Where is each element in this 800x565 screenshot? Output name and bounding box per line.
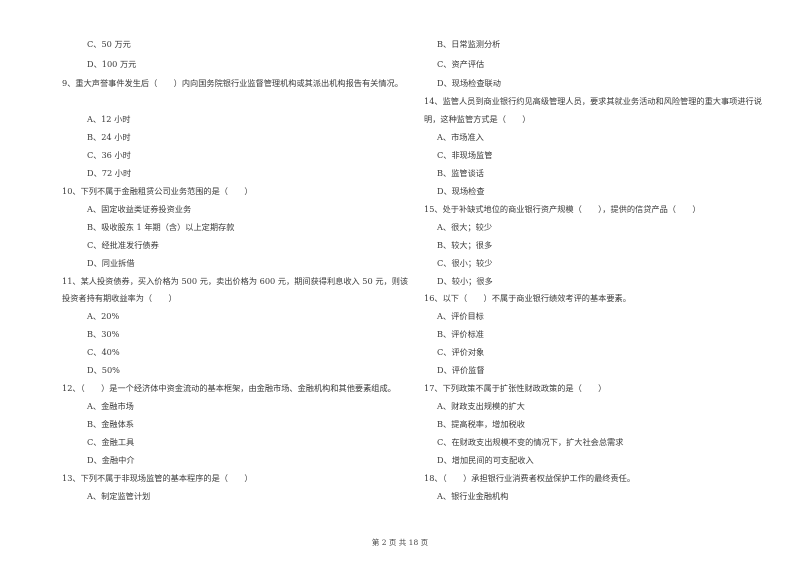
answer-option: C、40% xyxy=(87,347,120,357)
answer-option: B、日常监测分析 xyxy=(437,39,501,49)
question-text: 13、下列不属于非现场监管的基本程序的是（ ） xyxy=(62,473,253,483)
answer-option: A、20% xyxy=(87,311,120,321)
question-text: 15、处于补缺式地位的商业银行资产规模（ ），提供的信贷产品（ ） xyxy=(424,204,701,214)
answer-option: D、现场检查联动 xyxy=(437,78,501,88)
question-text: 17、下列政策不属于扩张性财政政策的是（ ） xyxy=(424,383,607,393)
answer-option: B、吸收股东 1 年期（含）以上定期存款 xyxy=(87,222,235,232)
question-text: 10、下列不属于金融租赁公司业务范围的是（ ） xyxy=(62,186,253,196)
answer-option: A、固定收益类证券投资业务 xyxy=(87,204,192,214)
answer-option: C、资产评估 xyxy=(437,59,485,69)
answer-option: C、在财政支出规模不变的情况下，扩大社会总需求 xyxy=(437,437,624,447)
answer-option: C、很小；较少 xyxy=(437,258,493,268)
question-text: 14、监管人员到商业银行约见高级管理人员，要求其就业务活动和风险管理的重大事项进… xyxy=(424,96,762,106)
question-text-continued: 投资者持有期收益率为（ ） xyxy=(62,293,177,303)
answer-option: D、现场检查 xyxy=(437,186,485,196)
question-text: 9、重大声誉事件发生后（ ）内向国务院银行业监督管理机构或其派出机构报告有关情况… xyxy=(62,78,403,88)
answer-option: B、监管谈话 xyxy=(437,168,484,178)
answer-option: A、市场准入 xyxy=(437,132,484,142)
answer-option: A、很大；较少 xyxy=(437,222,493,232)
answer-option: D、评价监督 xyxy=(437,365,485,375)
answer-option: B、30% xyxy=(87,329,120,339)
answer-option: C、评价对象 xyxy=(437,347,485,357)
answer-option: A、银行业金融机构 xyxy=(437,491,509,501)
question-text: 16、以下（ ）不属于商业银行绩效考评的基本要素。 xyxy=(424,293,631,303)
question-text-continued: 明，这种监管方式是（ ） xyxy=(424,114,531,124)
answer-option: A、12 小时 xyxy=(87,114,131,124)
answer-option: C、金融工具 xyxy=(87,437,135,447)
answer-option: B、评价标准 xyxy=(437,329,484,339)
answer-option: B、较大；很多 xyxy=(437,240,493,250)
answer-option: D、50% xyxy=(87,365,120,375)
answer-option: C、36 小时 xyxy=(87,150,131,160)
answer-option: B、提高税率，增加税收 xyxy=(437,419,525,429)
answer-option: B、24 小时 xyxy=(87,132,131,142)
answer-option: C、50 万元 xyxy=(87,39,131,49)
answer-option: D、增加民间的可支配收入 xyxy=(437,455,534,465)
question-text: 11、某人投资债券，买入价格为 500 元，卖出价格为 600 元，期间获得利息… xyxy=(62,276,409,286)
answer-option: A、评价目标 xyxy=(437,311,484,321)
answer-option: B、金融体系 xyxy=(87,419,134,429)
answer-option: D、同业拆借 xyxy=(87,258,135,268)
page-footer: 第 2 页 共 18 页 xyxy=(371,538,429,547)
answer-option: A、制定监管计划 xyxy=(87,491,151,501)
answer-option: D、较小；很多 xyxy=(437,276,493,286)
answer-option: D、72 小时 xyxy=(87,168,132,178)
question-text: 18、（ ）承担银行业消费者权益保护工作的最终责任。 xyxy=(424,473,636,483)
answer-option: A、财政支出规模的扩大 xyxy=(437,401,525,411)
question-text: 12、（ ）是一个经济体中资金流动的基本框架，由金融市场、金融机构和其他要素组成… xyxy=(62,383,396,393)
answer-option: A、金融市场 xyxy=(87,401,134,411)
answer-option: D、金融中介 xyxy=(87,455,135,465)
answer-option: C、经批准发行债券 xyxy=(87,240,159,250)
answer-option: D、100 万元 xyxy=(87,59,137,69)
answer-option: C、非现场监管 xyxy=(437,150,493,160)
